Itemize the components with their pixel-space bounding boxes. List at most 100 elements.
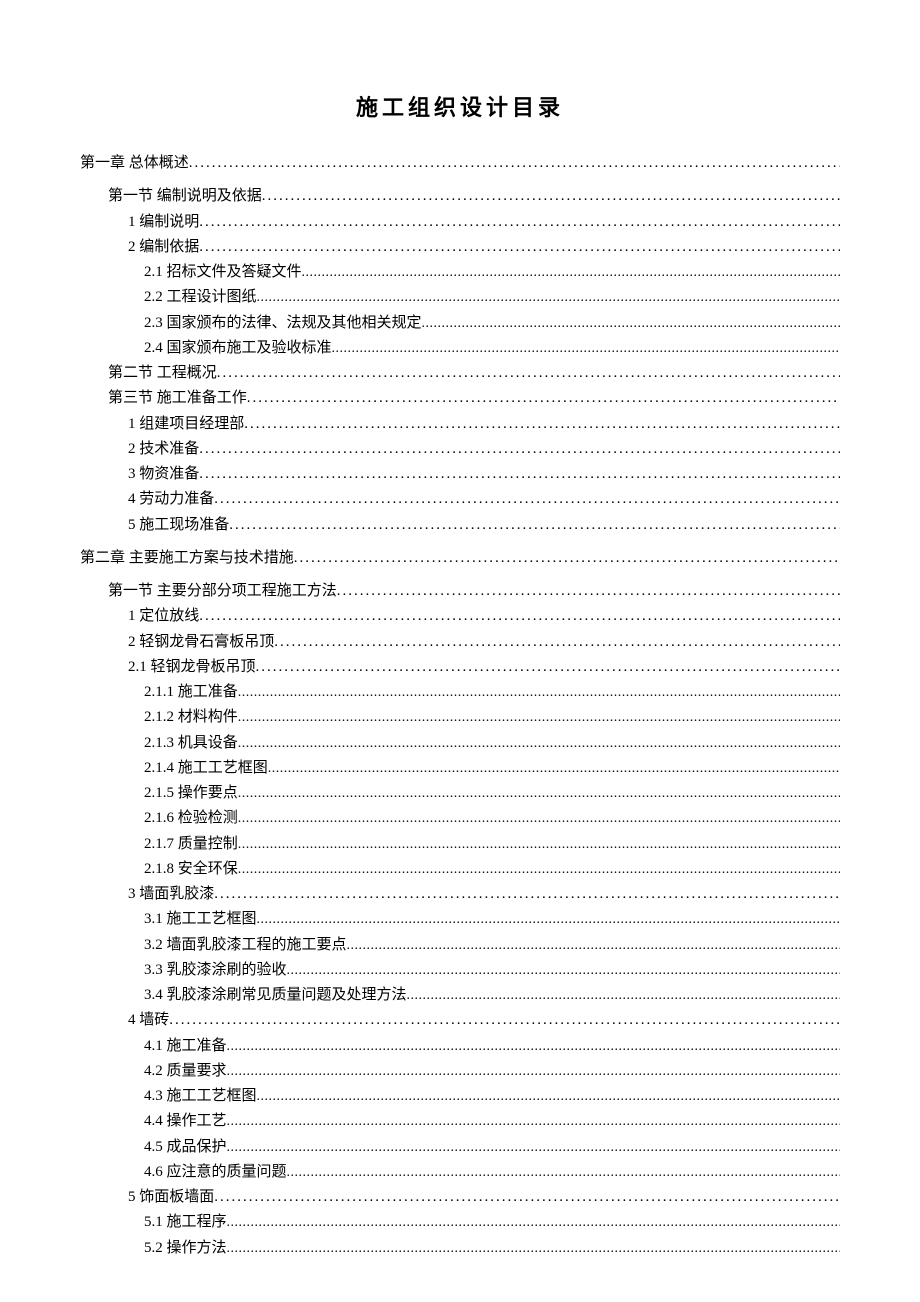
toc-entry: 2.1.1 施工准备..............................… — [144, 681, 840, 704]
toc-entry: 2.1.8 安全环保..............................… — [144, 858, 840, 881]
toc-leader-dots: ........................................… — [199, 463, 840, 486]
toc-leader-dots: ........................................… — [227, 1036, 840, 1058]
toc-entry-label: 2.4 国家颁布施工及验收标准 — [144, 337, 332, 360]
toc-entry: 2.1.3 机具设备..............................… — [144, 732, 840, 755]
toc-leader-dots: ........................................… — [229, 514, 840, 537]
toc-entry-label: 3 物资准备 — [128, 463, 199, 486]
toc-leader-dots: ........................................… — [214, 883, 840, 906]
toc-entry: 4.4 操作工艺................................… — [144, 1110, 840, 1133]
toc-leader-dots: ........................................… — [227, 1111, 840, 1133]
toc-entry-label: 2.1.3 机具设备 — [144, 732, 238, 755]
toc-leader-dots: ........................................… — [347, 935, 840, 957]
toc-entry-label: 第三节 施工准备工作 — [108, 387, 247, 410]
toc-entry-label: 4.2 质量要求 — [144, 1060, 227, 1083]
toc-entry: 2.1.4 施工工艺框图............................… — [144, 757, 840, 780]
toc-entry: 4 墙砖 ...................................… — [128, 1009, 840, 1032]
toc-entry: 第三节 施工准备工作..............................… — [108, 387, 840, 410]
toc-entry: 1 编制说明 .................................… — [128, 211, 840, 234]
toc-entry: 1 定位放线 .................................… — [128, 605, 840, 628]
toc-entry-label: 2.1.2 材料构件 — [144, 706, 238, 729]
document-title: 施工组织设计目录 — [80, 90, 840, 122]
toc-entry: 5 施工现场准备 ...............................… — [128, 514, 840, 537]
toc-entry: 第一节 编制说明及依据.............................… — [108, 185, 840, 208]
toc-entry-label: 2.2 工程设计图纸 — [144, 286, 257, 309]
toc-entry: 2.1 招标文件及答疑文件...........................… — [144, 261, 840, 284]
toc-leader-dots: ........................................… — [169, 1009, 840, 1032]
toc-entry: 3 墙面乳胶漆 ................................… — [128, 883, 840, 906]
toc-entry: 4.5 成品保护................................… — [144, 1136, 840, 1159]
toc-entry-label: 4 墙砖 — [128, 1009, 169, 1032]
toc-leader-dots: ........................................… — [199, 605, 840, 628]
toc-entry: 3.2 墙面乳胶漆工程的施工要点........................… — [144, 934, 840, 957]
toc-entry-label: 2.1.7 质量控制 — [144, 833, 238, 856]
toc-leader-dots: ........................................… — [302, 262, 840, 284]
toc-leader-dots: ........................................… — [214, 1186, 840, 1209]
toc-leader-dots: ........................................… — [238, 834, 840, 856]
toc-entry-label: 1 组建项目经理部 — [128, 413, 244, 436]
toc-entry: 2 技术准备 .................................… — [128, 438, 840, 461]
toc-entry-label: 2 技术准备 — [128, 438, 199, 461]
toc-entry: 3.1 施工工艺框图..............................… — [144, 908, 840, 931]
toc-entry: 2.1.2 材料构件..............................… — [144, 706, 840, 729]
toc-leader-dots: ........................................… — [227, 1137, 840, 1159]
toc-leader-dots: ........................................… — [257, 909, 840, 931]
toc-leader-dots: ........................................… — [268, 758, 840, 780]
toc-leader-dots: ........................................… — [294, 547, 840, 570]
toc-entry-label: 3.2 墙面乳胶漆工程的施工要点 — [144, 934, 347, 957]
table-of-contents: 第一章 总体概述 ...............................… — [80, 152, 840, 1260]
toc-leader-dots: ........................................… — [227, 1238, 840, 1260]
toc-entry: 2.2 工程设计图纸..............................… — [144, 286, 840, 309]
toc-entry: 2.3 国家颁布的法律、法规及其他相关规定 ..................… — [144, 312, 840, 335]
toc-leader-dots: ........................................… — [337, 580, 840, 603]
toc-leader-dots: ........................................… — [262, 185, 840, 208]
toc-entry: 5.1 施工程序................................… — [144, 1211, 840, 1234]
toc-entry: 4 劳动力准备 ................................… — [128, 488, 840, 511]
toc-entry-label: 2.1 轻钢龙骨板吊顶 — [128, 656, 256, 679]
toc-entry-label: 4.4 操作工艺 — [144, 1110, 227, 1133]
toc-entry-label: 2.1.4 施工工艺框图 — [144, 757, 268, 780]
toc-entry: 2.4 国家颁布施工及验收标准.........................… — [144, 337, 840, 360]
toc-entry-label: 5.2 操作方法 — [144, 1237, 227, 1260]
toc-leader-dots: ........................................… — [332, 338, 840, 360]
toc-entry-label: 2 轻钢龙骨石膏板吊顶 — [128, 631, 274, 654]
toc-entry-label: 4 劳动力准备 — [128, 488, 214, 511]
toc-entry: 3.3 乳胶漆涂刷的验收............................… — [144, 959, 840, 982]
toc-entry-label: 3.4 乳胶漆涂刷常见质量问题及处理方法 — [144, 984, 407, 1007]
toc-entry-label: 4.3 施工工艺框图 — [144, 1085, 257, 1108]
toc-entry: 第二章 主要施工方案与技术措施 ........................… — [80, 547, 840, 570]
toc-entry-label: 3.3 乳胶漆涂刷的验收 — [144, 959, 287, 982]
toc-leader-dots: ........................................… — [227, 1061, 840, 1083]
toc-entry-label: 2 编制依据 — [128, 236, 199, 259]
toc-leader-dots: ........................................… — [238, 733, 840, 755]
toc-entry: 4.3 施工工艺框图..............................… — [144, 1085, 840, 1108]
toc-leader-dots: ........................................… — [256, 656, 840, 679]
toc-entry-label: 4.6 应注意的质量问题 — [144, 1161, 287, 1184]
toc-leader-dots: ........................................… — [238, 707, 840, 729]
toc-entry-label: 第二节 工程概况 — [108, 362, 217, 385]
toc-entry-label: 2.1.8 安全环保 — [144, 858, 238, 881]
toc-leader-dots: ........................................… — [257, 1086, 840, 1108]
toc-leader-dots: ........................................… — [217, 362, 840, 385]
toc-entry: 2.1.5 操作要点..............................… — [144, 782, 840, 805]
toc-entry-label: 5 饰面板墙面 — [128, 1186, 214, 1209]
toc-entry-label: 2.3 国家颁布的法律、法规及其他相关规定 — [144, 312, 422, 335]
toc-entry-label: 2.1.5 操作要点 — [144, 782, 238, 805]
toc-leader-dots: ........................................… — [199, 236, 840, 259]
toc-leader-dots: ........................................… — [257, 287, 840, 309]
toc-leader-dots: ........................................… — [274, 631, 840, 654]
toc-entry-label: 第一节 主要分部分项工程施工方法 — [108, 580, 337, 603]
toc-entry-label: 4.1 施工准备 — [144, 1035, 227, 1058]
toc-entry-label: 1 编制说明 — [128, 211, 199, 234]
toc-entry-label: 3 墙面乳胶漆 — [128, 883, 214, 906]
toc-entry: 4.6 应注意的质量问题............................… — [144, 1161, 840, 1184]
toc-entry: 2.1.7 质量控制..............................… — [144, 833, 840, 856]
toc-entry: 2.1 轻钢龙骨板吊顶.............................… — [128, 656, 840, 679]
toc-leader-dots: ........................................… — [238, 859, 840, 881]
toc-leader-dots: ........................................… — [422, 313, 840, 335]
toc-entry-label: 2.1 招标文件及答疑文件 — [144, 261, 302, 284]
toc-entry-label: 第二章 主要施工方案与技术措施 — [80, 547, 294, 570]
toc-entry-label: 1 定位放线 — [128, 605, 199, 628]
toc-entry: 2 轻钢龙骨石膏板吊顶 ............................… — [128, 631, 840, 654]
toc-entry: 第一章 总体概述 ...............................… — [80, 152, 840, 175]
toc-entry-label: 第一章 总体概述 — [80, 152, 189, 175]
